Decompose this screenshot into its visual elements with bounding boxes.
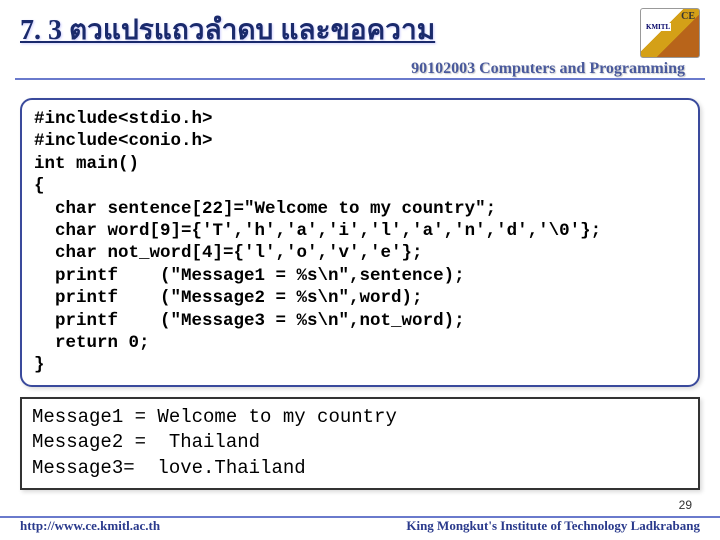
code-block: #include<stdio.h> #include<conio.h> int … <box>20 98 700 387</box>
footer-url: http://www.ce.kmitl.ac.th <box>20 518 160 534</box>
course-subtitle: 90102003 Computers and Programming <box>15 58 705 80</box>
page-number: 29 <box>679 498 692 512</box>
slide-title: 7. 3 ตวแปรแถวลำดบ และขอความ <box>20 8 435 52</box>
slide-footer: http://www.ce.kmitl.ac.th King Mongkut's… <box>0 516 720 534</box>
output-block: Message1 = Welcome to my country Message… <box>20 397 700 490</box>
slide-header: 7. 3 ตวแปรแถวลำดบ และขอความ <box>0 0 720 58</box>
footer-institution: King Mongkut's Institute of Technology L… <box>406 518 700 534</box>
kmitl-logo-icon <box>640 8 700 58</box>
